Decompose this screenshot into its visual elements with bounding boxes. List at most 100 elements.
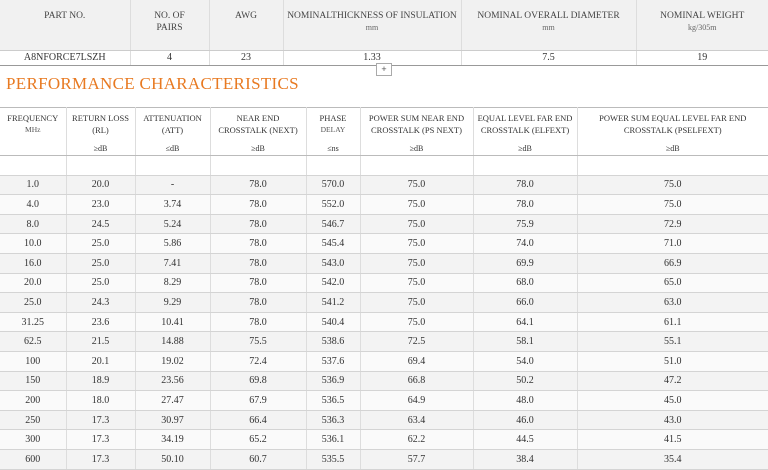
cell-elfext: 78.0 [473,194,578,215]
perf-unit-return-loss: ≥dB [66,142,136,156]
cell-attenuation: 14.88 [135,331,211,352]
table-row: 62.5 21.5 14.88 75.5 538.6 72.5 58.1 55.1 [0,331,768,352]
spec-table: PART NO. NO. OF PAIRS AWG NOMINALTHICKNES… [0,0,768,66]
cell-pselfext: 41.5 [577,429,768,450]
cell-attenuation: 30.97 [135,410,211,431]
spacer-row [0,155,768,176]
cell-next: 65.2 [210,429,307,450]
cell-phase-delay: 545.4 [306,233,361,254]
cell-ps-next: 75.0 [360,312,474,333]
table-row: 200 18.0 27.47 67.9 536.5 64.9 48.0 45.0 [0,390,768,411]
cell-pselfext: 66.9 [577,253,768,274]
cell-pselfext: 45.0 [577,390,768,411]
cell-next: 69.8 [210,371,307,392]
cell-return-loss: 20.1 [66,351,136,372]
cell-elfext: 68.0 [473,273,578,294]
table-row: 8.0 24.5 5.24 78.0 546.7 75.0 75.9 72.9 [0,214,768,235]
spec-insulation: 1.33 [283,50,462,66]
spec-header-diameter: NOMINAL OVERALL DIAMETER mm [461,0,637,51]
cell-next: 78.0 [210,253,307,274]
cell-phase-delay: 536.1 [306,429,361,450]
cell-return-loss: 17.3 [66,449,136,470]
spec-header-part-no: PART NO. [0,0,131,51]
spec-header-insulation: NOMINALTHICKNESS OF INSULATION mm [283,0,462,51]
cell-pselfext: 35.4 [577,449,768,470]
cell-ps-next: 75.0 [360,292,474,313]
cell-elfext: 54.0 [473,351,578,372]
cell-phase-delay: 543.0 [306,253,361,274]
table-row: 16.0 25.0 7.41 78.0 543.0 75.0 69.9 66.9 [0,253,768,274]
cell-frequency: 200 [0,390,67,411]
cell-elfext: 38.4 [473,449,578,470]
perf-unit-phase-delay: ≤ns [306,142,361,156]
cell-phase-delay: 570.0 [306,175,361,196]
cell-pselfext: 75.0 [577,175,768,196]
table-row: 150 18.9 23.56 69.8 536.9 66.8 50.2 47.2 [0,371,768,392]
cell-frequency: 20.0 [0,273,67,294]
cell-ps-next: 72.5 [360,331,474,352]
perf-unit-elfext: ≥dB [473,142,578,156]
cell-next: 60.7 [210,449,307,470]
cell-pselfext: 65.0 [577,273,768,294]
cell-return-loss: 21.5 [66,331,136,352]
table-row: 20.0 25.0 8.29 78.0 542.0 75.0 68.0 65.0 [0,273,768,294]
cell-return-loss: 23.0 [66,194,136,215]
cell-elfext: 58.1 [473,331,578,352]
table-row: 250 17.3 30.97 66.4 536.3 63.4 46.0 43.0 [0,410,768,431]
cell-next: 72.4 [210,351,307,372]
cell-return-loss: 17.3 [66,429,136,450]
perf-unit-ps-next: ≥dB [360,142,474,156]
cell-attenuation: 19.02 [135,351,211,372]
cell-pselfext: 51.0 [577,351,768,372]
spec-awg: 23 [209,50,284,66]
cell-elfext: 74.0 [473,233,578,254]
table-row: 10.0 25.0 5.86 78.0 545.4 75.0 74.0 71.0 [0,233,768,254]
spec-weight: 19 [636,50,768,66]
performance-body: 1.0 20.0-78.0 570.0 75.0 78.0 75.0 4.0 23.0 3.74… [0,155,768,470]
spec-header-awg: AWG [209,0,284,51]
cell-pselfext: 71.0 [577,233,768,254]
cell-elfext: 69.9 [473,253,578,274]
cell-attenuation: 7.41 [135,253,211,274]
cell-pselfext: 75.0 [577,194,768,215]
cell-return-loss: 24.5 [66,214,136,235]
cell-frequency: 300 [0,429,67,450]
cell-next: 78.0 [210,214,307,235]
cell-next: 78.0 [210,194,307,215]
cell-phase-delay: 546.7 [306,214,361,235]
cell-return-loss: 20.0 [66,175,136,196]
cell-attenuation: 9.29 [135,292,211,313]
cell-attenuation: 5.86 [135,233,211,254]
spec-diameter: 7.5 [461,50,637,66]
cell-frequency: 31.25 [0,312,67,333]
cell-phase-delay: 552.0 [306,194,361,215]
cell-return-loss: 17.3 [66,410,136,431]
cell-frequency: 1.0 [0,175,67,196]
cell-attenuation: 3.74 [135,194,211,215]
performance-header: FREQUENCY MHz RETURN LOSS (RL) ATTENUATION (A… [0,107,768,156]
perf-unit-frequency [0,142,67,156]
cell-next: 78.0 [210,312,307,333]
expand-button[interactable]: + [376,63,392,76]
table-row: 25.0 24.3 9.29 78.0 541.2 75.0 66.0 63.0 [0,292,768,313]
table-row: 1.0 20.0-78.0 570.0 75.0 78.0 75.0 [0,175,768,196]
table-row: 300 17.3 34.19 65.2 536.1 62.2 44.5 41.5 [0,429,768,450]
spec-header-weight: NOMINAL WEIGHT kg/305m [636,0,768,51]
perf-header-attenuation: ATTENUATION (ATT) [135,107,211,142]
cell-phase-delay: 538.6 [306,331,361,352]
section-title: PERFORMANCE CHARACTERISTICS [6,74,299,93]
cell-attenuation: 10.41 [135,312,211,333]
perf-header-pselfext: POWER SUM EQUAL LEVEL FAR END CROSSTALK (… [577,107,768,142]
spec-part-no: A8NFORCE7LSZH [0,50,131,66]
cell-next: 66.4 [210,410,307,431]
perf-unit-attenuation: ≤dB [135,142,211,156]
cell-frequency: 100 [0,351,67,372]
cell-return-loss: 18.9 [66,371,136,392]
cell-phase-delay: 542.0 [306,273,361,294]
perf-header-elfext: EQUAL LEVEL FAR END CROSSTALK (ELFEXT) [473,107,578,142]
cell-ps-next: 66.8 [360,371,474,392]
cell-return-loss: 24.3 [66,292,136,313]
cell-phase-delay: 536.5 [306,390,361,411]
cell-attenuation: 8.29 [135,273,211,294]
cell-frequency: 62.5 [0,331,67,352]
